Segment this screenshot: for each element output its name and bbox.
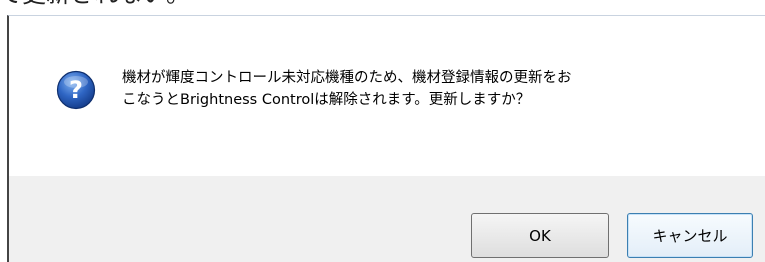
message-line-2: こなうとBrightness Controlは解除されます。更新しますか？ bbox=[122, 92, 531, 108]
dialog-message: 機材が輝度コントロール未対応機種のため、機材登録情報の更新をお こなうとBrig… bbox=[122, 67, 752, 111]
dialog-content: ? 機材が輝度コントロール未対応機種のため、機材登録情報の更新をお こなうとBr… bbox=[9, 16, 765, 176]
svg-text:?: ? bbox=[69, 76, 83, 104]
question-icon: ? bbox=[56, 70, 96, 110]
confirm-dialog: ? 機材が輝度コントロール未対応機種のため、機材登録情報の更新をお こなうとBr… bbox=[7, 15, 765, 262]
screenshot: て更新されない。 ? 機材が輝度コント bbox=[0, 0, 765, 262]
background-document-text: て更新されない。 bbox=[0, 0, 190, 10]
dialog-button-bar: OK キャンセル bbox=[9, 176, 765, 262]
message-line-1: 機材が輝度コントロール未対応機種のため、機材登録情報の更新をお bbox=[122, 70, 572, 86]
ok-button[interactable]: OK bbox=[471, 213, 609, 258]
cancel-button[interactable]: キャンセル bbox=[627, 213, 753, 258]
